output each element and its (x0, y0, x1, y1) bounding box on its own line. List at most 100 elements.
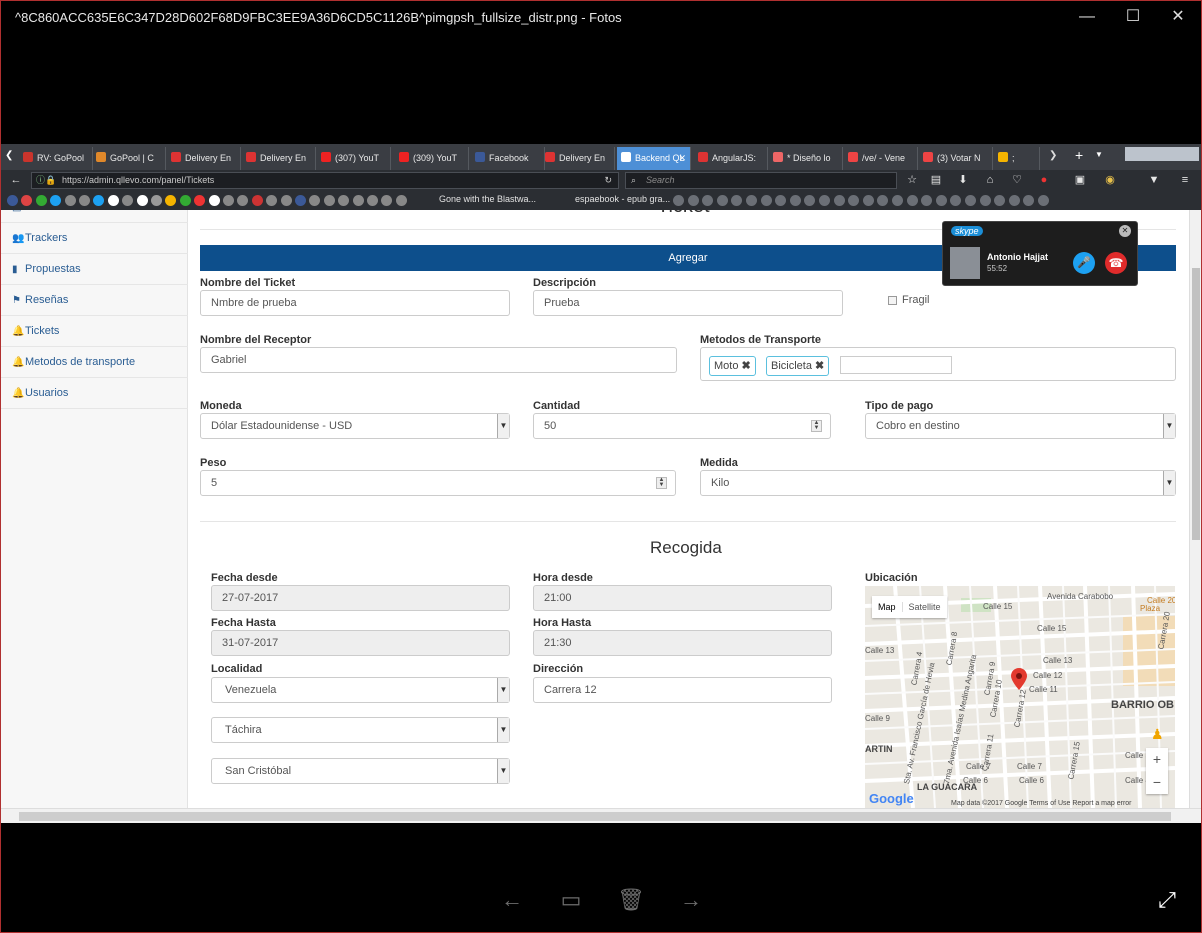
spinner-icon[interactable]: ▲ ▼ (811, 420, 822, 432)
nombre-ticket-input[interactable]: Nmbre de prueba (200, 290, 510, 316)
bookmark-icon[interactable] (381, 195, 393, 206)
fullscreen-icon[interactable]: ⤢ (1152, 885, 1182, 915)
bookmark-icon[interactable] (266, 195, 278, 206)
bookmark-icon[interactable] (979, 195, 991, 206)
scrollbar-thumb[interactable] (19, 812, 1171, 821)
tipo-pago-select[interactable]: Cobro en destino ▼ (865, 413, 1176, 439)
sidebar-item-propuestas[interactable]: ▮ Propuestas (1, 254, 188, 285)
bookmark-icon[interactable] (151, 195, 162, 206)
tab-13[interactable]: (3) Votar N (919, 147, 993, 170)
bookmark-icon[interactable] (367, 195, 378, 206)
slideshow-icon[interactable]: ▭ (556, 885, 586, 915)
cantidad-input[interactable]: 50 ▲ ▼ (533, 413, 831, 439)
hora-hasta-input[interactable]: 21:30 (533, 630, 832, 656)
bookmark-icon[interactable] (965, 195, 976, 206)
bookmark-icon[interactable] (93, 195, 105, 206)
map-type-satellite[interactable]: Satellite (901, 602, 947, 612)
tab-list-icon[interactable]: ▼ (1095, 150, 1103, 159)
tab-1[interactable]: RV: GoPool (19, 147, 93, 170)
pegman-icon[interactable]: ♟ (1151, 726, 1164, 743)
bookmark-icon[interactable] (79, 195, 90, 206)
sidebar-item-estad-sticas[interactable]: ▤Estadísticas (1, 210, 188, 223)
bookmark-icon[interactable] (673, 195, 684, 206)
zoom-out-button[interactable]: − (1146, 771, 1168, 794)
bookmark-icon[interactable] (746, 195, 757, 206)
bookmark-icon[interactable] (833, 195, 845, 206)
bookmark-icon[interactable] (702, 195, 714, 206)
close-icon[interactable]: ✕ (1119, 225, 1131, 237)
url-bar[interactable]: ⓘ🔒 https://admin.qllevo.com/panel/Ticket… (31, 172, 619, 189)
fragil-checkbox[interactable] (888, 296, 897, 305)
bookmark-icon[interactable] (1008, 195, 1020, 206)
metodos-transporte-tags[interactable]: Moto ✖ Bicicleta ✖ (700, 347, 1176, 381)
bookmark-icon[interactable] (352, 195, 364, 206)
reload-icon[interactable]: ↻ (604, 173, 612, 188)
bookmark-icon[interactable] (323, 195, 335, 206)
hora-desde-input[interactable]: 21:00 (533, 585, 832, 611)
bookmark-icon[interactable] (921, 195, 933, 206)
chip-bicicleta[interactable]: Bicicleta ✖ (766, 356, 830, 376)
bookmark-icon[interactable] (194, 195, 206, 206)
direccion-input[interactable]: Carrera 12 (533, 677, 832, 703)
map-type-map[interactable]: Map (872, 602, 902, 612)
back-icon[interactable]: ← (9, 173, 23, 187)
search-input[interactable]: ⌕ Search (625, 172, 897, 189)
horizontal-scrollbar[interactable] (1, 808, 1201, 824)
tab-2[interactable]: GoPool | C (92, 147, 166, 170)
tab-7[interactable]: Facebook (471, 147, 545, 170)
bookmark-icon[interactable] (1038, 195, 1049, 206)
sidebar-item-tickets[interactable]: 🔔Tickets (1, 316, 188, 347)
sidebar-item-rese-as[interactable]: ⚑ Reseñas (1, 285, 188, 316)
tab-5[interactable]: (307) YouT (317, 147, 391, 170)
bookmark-icon[interactable] (165, 195, 177, 206)
fecha-hasta-input[interactable]: 31-07-2017 (211, 630, 510, 656)
bookmark-icon[interactable] (775, 195, 787, 206)
vertical-scrollbar[interactable] (1189, 210, 1201, 808)
new-tab-icon[interactable]: + (1075, 147, 1083, 163)
bookmark-icon[interactable] (935, 195, 947, 206)
estado-select[interactable]: Táchira ▼ (211, 717, 510, 743)
bookmark-icon[interactable] (251, 195, 263, 206)
bookmark-icon[interactable] (819, 195, 830, 206)
bookmark-icon[interactable] (50, 195, 62, 206)
bookmark-icon[interactable] (64, 195, 76, 206)
ciudad-select[interactable]: San Cristóbal ▼ (211, 758, 510, 784)
pais-select[interactable]: Venezuela ▼ (211, 677, 510, 703)
bookmark-icon[interactable] (731, 195, 743, 206)
tab-scroll-left-icon[interactable]: ❮ (5, 150, 13, 161)
bookmark-icon[interactable] (280, 195, 292, 206)
bookmark-icon[interactable] (848, 195, 860, 206)
tab-10[interactable]: AngularJS: (694, 147, 768, 170)
extension-icon[interactable]: ◉ (1103, 173, 1117, 187)
bookmark-icon[interactable] (179, 195, 191, 206)
hangup-icon[interactable]: ☎ (1105, 252, 1127, 274)
bookmark-icon[interactable] (7, 195, 18, 206)
location-map[interactable]: Avenida Carabobo Calle 15 Calle 15 Calle… (865, 586, 1175, 808)
bookmark-icon[interactable] (892, 195, 903, 206)
star-icon[interactable]: ☆ (905, 173, 919, 187)
bookmark-icon[interactable] (950, 195, 962, 206)
tab-scroll-right-icon[interactable]: ❯ (1049, 150, 1057, 161)
delete-icon[interactable]: 🗑 (616, 885, 646, 915)
scrollbar-thumb[interactable] (1192, 268, 1200, 540)
tab-11[interactable]: * Diseño lo (769, 147, 843, 170)
sidebar-item-trackers[interactable]: 👥Trackers (1, 223, 188, 254)
bookmark-icon[interactable] (35, 195, 47, 206)
sidebar-item-usuarios[interactable]: 🔔Usuarios (1, 378, 188, 409)
close-tab-icon[interactable]: ✕ (678, 147, 686, 170)
moneda-select[interactable]: Dólar Estadounidense - USD ▼ (200, 413, 510, 439)
bookmark-icon[interactable] (107, 195, 119, 206)
location-marker-icon[interactable] (1011, 668, 1027, 690)
tab-4[interactable]: Delivery En (242, 147, 316, 170)
medida-select[interactable]: Kilo ▼ (700, 470, 1176, 496)
bookmark-icon[interactable] (237, 195, 249, 206)
bookmark-icon[interactable] (687, 195, 699, 206)
menu-icon[interactable]: ≡ (1178, 173, 1192, 187)
abp-icon[interactable]: ● (1037, 173, 1051, 187)
bookmark-icon[interactable] (309, 195, 321, 206)
bookmark-icon[interactable] (395, 195, 407, 206)
bookmark-icon[interactable] (136, 195, 148, 206)
fecha-desde-input[interactable]: 27-07-2017 (211, 585, 510, 611)
zoom-in-button[interactable]: + (1146, 748, 1168, 771)
bookmark-icon[interactable] (716, 195, 728, 206)
